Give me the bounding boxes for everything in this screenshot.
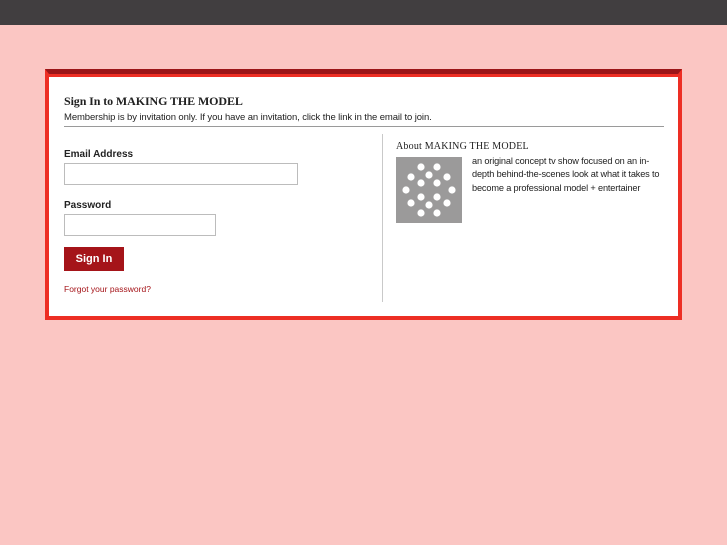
signin-panel: Sign In to MAKING THE MODEL Membership i… (49, 74, 678, 316)
password-field[interactable] (64, 214, 216, 236)
signin-panel-frame: Sign In to MAKING THE MODEL Membership i… (45, 69, 682, 320)
about-description: an original concept tv show focused on a… (472, 156, 660, 193)
panel-header: Sign In to MAKING THE MODEL Membership i… (64, 94, 664, 127)
dotted-circle-logo-icon (396, 157, 462, 223)
email-label: Email Address (64, 149, 134, 160)
column-divider (382, 134, 383, 302)
top-bar (0, 0, 727, 25)
membership-note: Membership is by invitation only. If you… (64, 112, 432, 123)
about-title: About MAKING THE MODEL (396, 141, 529, 152)
password-label: Password (64, 200, 112, 211)
forgot-password-link[interactable]: Forgot your password? (64, 284, 151, 294)
sign-in-button[interactable]: Sign In (64, 247, 124, 271)
page-title: Sign In to MAKING THE MODEL (64, 94, 243, 108)
email-field[interactable] (64, 163, 298, 185)
